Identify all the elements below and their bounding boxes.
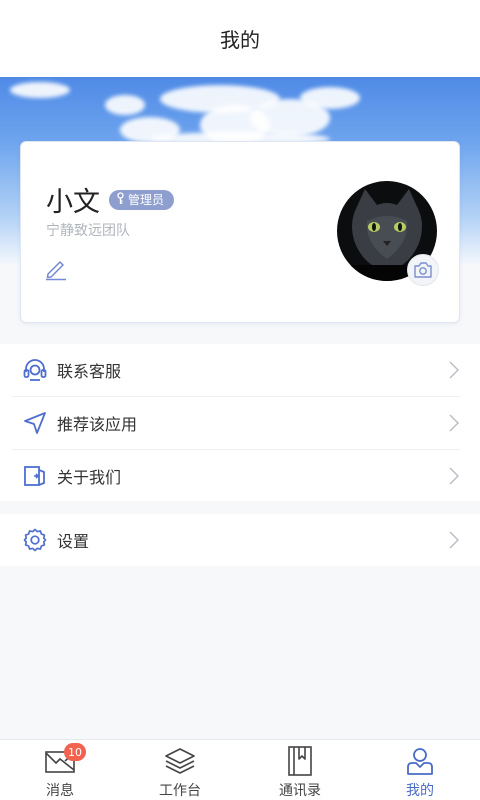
menu-item-label: 设置 [57,532,90,551]
menu-group-primary: 联系客服 推荐该应用 关于我们 [0,344,480,501]
bottom-tab-bar: 10 消息 工作台 通讯录 我的 [0,739,480,800]
chevron-right-icon [448,531,460,549]
tab-label: 消息 [46,783,74,799]
tab-label: 工作台 [159,783,201,799]
chevron-right-icon [448,467,460,485]
top-nav-bar: 我的 [0,0,480,77]
user-name: 小文 [46,187,100,218]
role-badge: 管理员 [109,189,175,210]
unread-count-badge: 10 [64,743,86,761]
avatar-container[interactable] [337,181,439,286]
chevron-right-icon [448,414,460,432]
tab-contacts[interactable]: 通讯录 [240,740,360,800]
role-badge-label: 管理员 [128,193,165,207]
edit-pencil-icon[interactable] [43,255,69,281]
key-icon [116,191,125,208]
menu-item-settings[interactable]: 设置 [0,514,480,566]
change-avatar-button[interactable] [407,254,439,286]
tab-label: 通讯录 [279,783,321,799]
menu-item-contact-support[interactable]: 联系客服 [0,344,480,396]
team-name: 宁静致远团队 [46,223,130,239]
menu-group-settings: 设置 [0,514,480,566]
page-title: 我的 [220,28,260,52]
navigation-arrow-icon [22,410,48,436]
menu-item-label: 推荐该应用 [57,415,138,434]
tab-mine[interactable]: 我的 [360,740,480,800]
menu-item-recommend-app[interactable]: 推荐该应用 [0,397,480,449]
profile-card: 小文 管理员 宁静致远团队 [20,141,460,323]
menu-item-label: 联系客服 [57,362,122,381]
tab-label: 我的 [406,783,434,799]
headset-icon [22,357,48,383]
menu-item-label: 关于我们 [57,468,122,487]
tab-workbench[interactable]: 工作台 [120,740,240,800]
user-icon [404,746,436,776]
menu-item-about-us[interactable]: 关于我们 [0,450,480,502]
camera-icon [414,262,432,278]
tab-messages[interactable]: 10 消息 [0,740,120,800]
gear-icon [22,527,48,553]
chevron-right-icon [448,361,460,379]
contacts-book-icon [284,746,316,776]
name-row: 小文 管理员 [46,180,175,219]
layers-icon [164,746,196,776]
about-door-icon [22,463,48,489]
